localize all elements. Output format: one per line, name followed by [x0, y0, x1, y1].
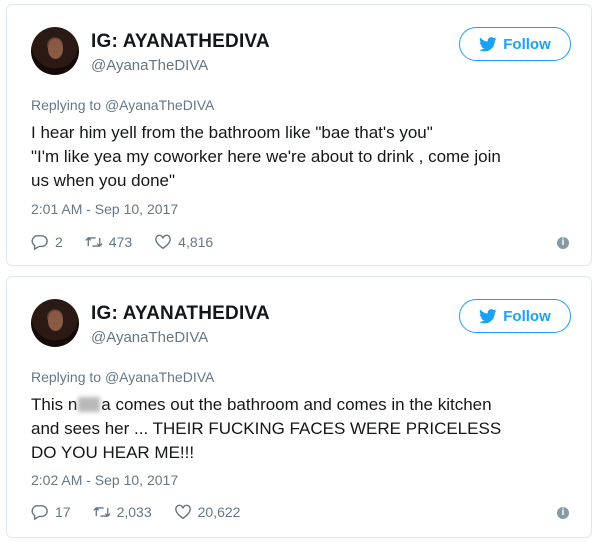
tweet-card: IG: AYANATHEDIVA @AyanaTheDIVA Follow Re…	[6, 4, 592, 266]
tweet-text-fragment: a comes out the bathroom and comes in th…	[101, 395, 492, 414]
like-icon	[155, 234, 171, 250]
reply-mention-link[interactable]: @AyanaTheDIVA	[105, 369, 214, 385]
like-count: 4,816	[178, 234, 214, 250]
user-handle[interactable]: @AyanaTheDIVA	[91, 329, 208, 346]
tweet-text: I hear him yell from the bathroom like "…	[31, 121, 576, 193]
reply-button[interactable]: 17	[31, 504, 71, 520]
replying-to: Replying to @AyanaTheDIVA	[31, 369, 214, 385]
reply-prefix: Replying to	[31, 97, 102, 113]
retweet-icon	[85, 236, 103, 248]
like-button[interactable]: 20,622	[174, 504, 241, 520]
retweet-count: 2,033	[116, 504, 152, 520]
tweet-text-line: This n a comes out the bathroom and comes…	[31, 393, 576, 417]
retweet-icon	[92, 506, 111, 518]
like-icon	[174, 504, 191, 520]
reply-icon	[31, 505, 48, 520]
tweet-actions: 17 2,033 20,622	[31, 504, 262, 520]
follow-label: Follow	[503, 307, 551, 325]
twitter-bird-icon	[479, 308, 497, 323]
tweet-text-line: and sees her ... THEIR FUCKING FACES WER…	[31, 419, 502, 438]
timestamp[interactable]: 2:01 AM - Sep 10, 2017	[31, 201, 178, 217]
reply-button[interactable]: 2	[31, 234, 63, 250]
display-name[interactable]: IG: AYANATHEDIVA	[91, 31, 270, 53]
retweet-button[interactable]: 473	[85, 234, 132, 250]
tweet-card: IG: AYANATHEDIVA @AyanaTheDIVA Follow Re…	[6, 276, 592, 538]
reply-count: 2	[55, 234, 63, 250]
retweet-count: 473	[108, 234, 133, 250]
display-name[interactable]: IG: AYANATHEDIVA	[91, 303, 270, 325]
replying-to: Replying to @AyanaTheDIVA	[31, 97, 214, 113]
info-icon[interactable]: i	[557, 237, 569, 249]
retweet-button[interactable]: 2,033	[92, 504, 152, 520]
avatar[interactable]	[31, 27, 79, 75]
follow-button[interactable]: Follow	[459, 299, 571, 333]
tweet-text-line: "I'm like yea my coworker here we're abo…	[31, 147, 501, 166]
like-count: 20,622	[197, 504, 241, 520]
tweet-actions: 2 473 4,816	[31, 234, 235, 250]
timestamp[interactable]: 2:02 AM - Sep 10, 2017	[31, 472, 178, 488]
reply-mention-link[interactable]: @AyanaTheDIVA	[105, 97, 214, 113]
follow-button[interactable]: Follow	[459, 27, 571, 61]
follow-label: Follow	[503, 35, 551, 53]
tweet-text-fragment: This n	[31, 395, 78, 414]
info-icon[interactable]: i	[557, 507, 569, 519]
twitter-bird-icon	[479, 36, 497, 51]
reply-prefix: Replying to	[31, 369, 102, 385]
tweet-text-line: DO YOU HEAR ME!!!	[31, 443, 195, 462]
tweet-text-line: us when you done"	[31, 171, 176, 190]
user-handle[interactable]: @AyanaTheDIVA	[91, 57, 208, 74]
tweet-text-line: I hear him yell from the bathroom like "…	[31, 123, 433, 142]
like-button[interactable]: 4,816	[154, 234, 213, 250]
tweet-text: This n a comes out the bathroom and comes…	[31, 393, 576, 465]
avatar[interactable]	[31, 299, 79, 347]
reply-count: 17	[55, 504, 71, 520]
censor-blur	[78, 397, 101, 412]
reply-icon	[31, 235, 48, 250]
